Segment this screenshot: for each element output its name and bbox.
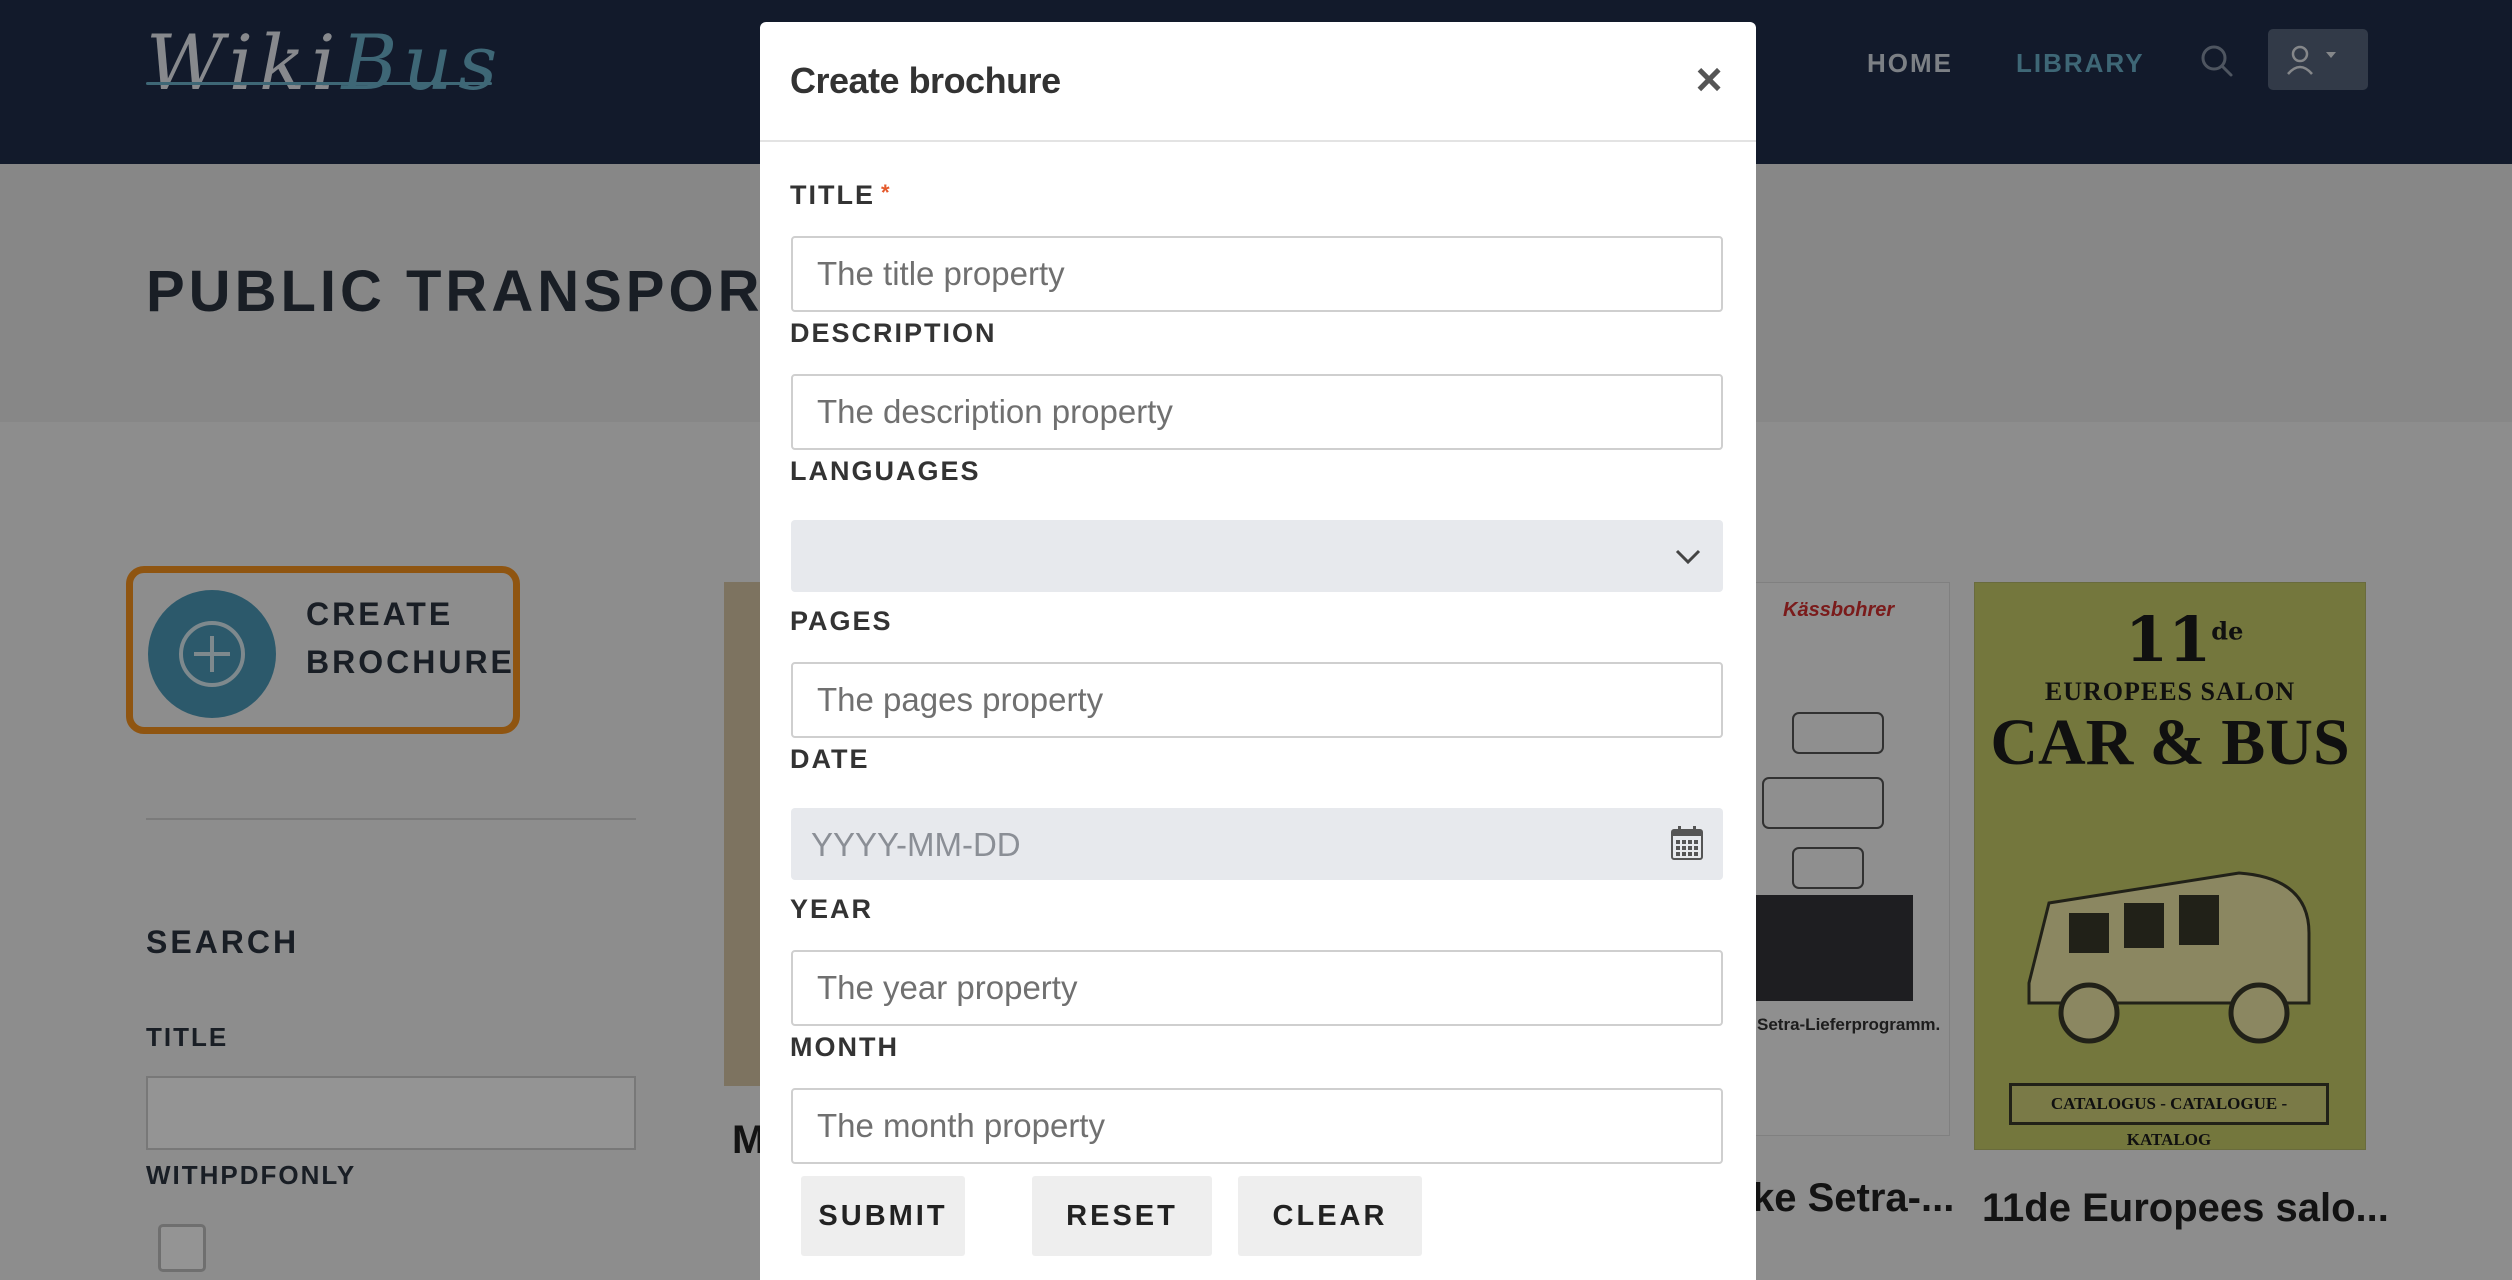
submit-button[interactable]: SUBMIT: [801, 1176, 965, 1256]
year-field-label: YEAR: [790, 894, 874, 924]
modal-header: Create brochure ×: [760, 22, 1756, 142]
chevron-down-icon: [1675, 549, 1701, 565]
calendar-icon[interactable]: [1671, 826, 1703, 860]
pages-input[interactable]: [791, 662, 1723, 738]
languages-select[interactable]: [791, 520, 1723, 592]
clear-button[interactable]: CLEAR: [1238, 1176, 1422, 1256]
modal-title: Create brochure: [790, 60, 1061, 101]
required-marker: *: [881, 180, 892, 205]
year-input[interactable]: [791, 950, 1723, 1026]
title-field-label: TITLE *: [790, 180, 892, 211]
month-field-label: MONTH: [790, 1032, 899, 1062]
description-input[interactable]: [791, 374, 1723, 450]
title-label-text: TITLE: [790, 180, 875, 210]
date-field-label: DATE: [790, 744, 870, 774]
close-icon[interactable]: ×: [1686, 56, 1732, 102]
date-placeholder: YYYY-MM-DD: [811, 826, 1021, 863]
date-input[interactable]: YYYY-MM-DD: [791, 808, 1723, 880]
title-input[interactable]: [791, 236, 1723, 312]
languages-field-label: LANGUAGES: [790, 456, 981, 486]
create-brochure-modal: Create brochure × TITLE* DESCRIPTION LAN…: [760, 22, 1756, 1280]
pages-field-label: PAGES: [790, 606, 893, 636]
month-input[interactable]: [791, 1088, 1723, 1164]
description-field-label: DESCRIPTION: [790, 318, 997, 348]
reset-button[interactable]: RESET: [1032, 1176, 1212, 1256]
